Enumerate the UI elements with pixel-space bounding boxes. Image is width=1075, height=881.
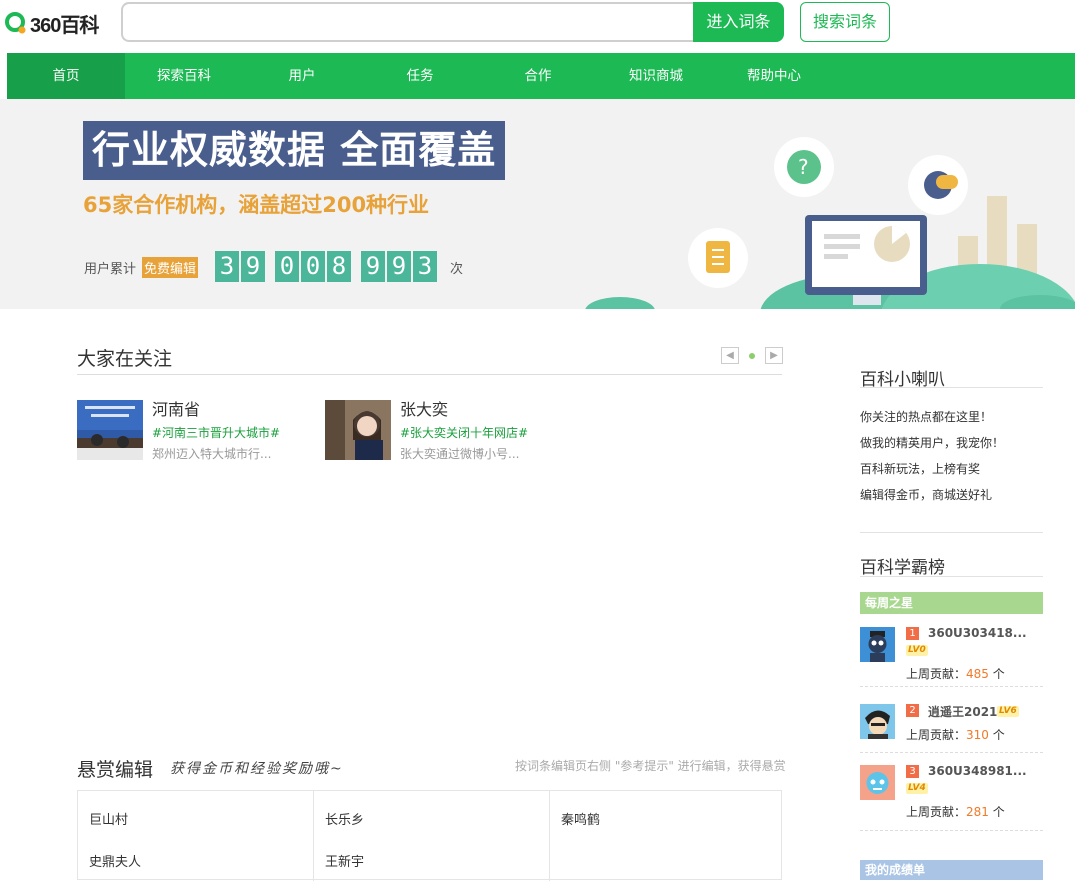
focus-card-tag[interactable]: #张大奕关闭十年网店# — [400, 424, 528, 441]
contribution-value: 485 — [966, 667, 989, 681]
counter-label: 用户累计 — [84, 262, 137, 277]
rank-contribution: 上周贡献：310 个 — [906, 726, 1005, 743]
counter-digit: 9 — [361, 251, 385, 282]
counter-digit: 9 — [241, 251, 265, 282]
rank-number: 2 — [906, 704, 919, 717]
reward-item[interactable]: 史鼎夫人 — [89, 851, 141, 870]
nav-item-users[interactable]: 用户 — [243, 53, 361, 99]
focus-card-name[interactable]: 河南省 — [152, 400, 280, 420]
divider — [860, 576, 1043, 577]
search-input[interactable] — [123, 4, 695, 40]
focus-section-title: 大家在关注 — [77, 348, 173, 370]
focus-pager: ◀ ▶ — [721, 347, 783, 364]
news-link[interactable]: 编辑得金币，商城送好礼 — [860, 486, 992, 503]
chevron-left-icon[interactable]: ◀ — [721, 347, 739, 364]
logo[interactable]: 360百科 — [4, 10, 99, 37]
news-link[interactable]: 你关注的热点都在这里！ — [860, 408, 992, 425]
counter-digit: 8 — [327, 251, 351, 282]
contribution-unit: 个 — [992, 728, 1005, 742]
divider — [860, 387, 1043, 388]
reward-tip: 按词条编辑页右侧 "参考提示" 进行编辑，获得悬赏 — [515, 759, 786, 773]
rank-row[interactable]: 1 360U303418... LV0 上周贡献：485 个 — [860, 626, 1043, 687]
divider — [77, 374, 782, 375]
reward-item[interactable]: 巨山村 — [89, 809, 128, 828]
focus-card-tag[interactable]: #河南三市晋升大城市# — [152, 424, 280, 441]
banner-headline: 行业权威数据 全面覆盖 — [83, 121, 506, 180]
avatar — [860, 765, 895, 800]
focus-card-name[interactable]: 张大奕 — [400, 400, 528, 420]
reward-slogan: 获得金币和经验奖励哦~ — [170, 761, 344, 777]
rank-row[interactable]: 3 360U348981... LV4 上周贡献：281 个 — [860, 764, 1043, 831]
rank-number: 1 — [906, 627, 919, 640]
focus-card-desc: 张大奕通过微博小号... — [400, 447, 520, 461]
focus-card[interactable]: 张大奕 #张大奕关闭十年网店# 张大奕通过微博小号... — [325, 400, 528, 462]
counter-digit: 0 — [301, 251, 325, 282]
news-link[interactable]: 做我的精英用户，我宠你！ — [860, 434, 1004, 451]
nav-item-cooperation[interactable]: 合作 — [479, 53, 597, 99]
nav-item-store[interactable]: 知识商城 — [597, 53, 715, 99]
news-link[interactable]: 百科新玩法，上榜有奖 — [860, 460, 980, 477]
reward-item[interactable]: 秦鸣鹤 — [561, 809, 600, 828]
rank-row[interactable]: 2 逍遥王2021 LV6 上周贡献：310 个 — [860, 704, 1043, 753]
counter-digit: 0 — [275, 251, 299, 282]
divider — [860, 532, 1043, 533]
nav-item-explore[interactable]: 探索百科 — [125, 53, 243, 99]
logo-icon — [5, 12, 26, 34]
reward-item[interactable]: 王新宇 — [325, 851, 364, 870]
counter-badge: 免费编辑 — [142, 257, 199, 278]
contribution-label: 上周贡献： — [906, 667, 967, 681]
level-badge: LV6 — [997, 706, 1019, 717]
focus-thumbnail — [325, 400, 391, 460]
weekly-star-bar: 每周之星 — [860, 592, 1043, 614]
level-badge: LV0 — [906, 645, 928, 656]
counter-digit: 9 — [387, 251, 411, 282]
contribution-label: 上周贡献： — [906, 728, 967, 742]
svg-text:?: ? — [798, 155, 809, 179]
rank-username[interactable]: 360U348981... — [928, 764, 1027, 778]
focus-card[interactable]: 河南省 #河南三市晋升大城市# 郑州迈入特大城市行... — [77, 400, 280, 462]
level-badge: LV4 — [906, 783, 928, 794]
rank-username[interactable]: 逍遥王2021 — [928, 703, 997, 720]
counter-digit: 3 — [215, 251, 239, 282]
search-box — [121, 2, 695, 42]
nav-item-home[interactable]: 首页 — [7, 53, 125, 99]
reward-section-title: 悬赏编辑 — [77, 759, 154, 781]
contribution-unit: 个 — [992, 805, 1005, 819]
grid-divider — [313, 791, 314, 881]
focus-card-desc: 郑州迈入特大城市行... — [152, 447, 272, 461]
header: 360百科 进入词条 搜索词条 — [0, 0, 1075, 53]
counter-digit: 3 — [413, 251, 437, 282]
report-card-bar: 我的成绩单 — [860, 860, 1043, 880]
search-entry-button[interactable]: 搜索词条 — [800, 2, 890, 42]
rank-contribution: 上周贡献：485 个 — [906, 665, 1005, 682]
nav-item-help[interactable]: 帮助中心 — [715, 53, 833, 99]
rank-contribution: 上周贡献：281 个 — [906, 803, 1005, 820]
main-nav: 首页 探索百科 用户 任务 合作 知识商城 帮助中心 — [7, 53, 1075, 99]
contribution-unit: 个 — [992, 667, 1005, 681]
grid-divider — [549, 791, 550, 881]
contribution-value: 281 — [966, 805, 989, 819]
rank-title: 百科学霸榜 — [860, 558, 945, 578]
pager-dot[interactable] — [749, 352, 755, 359]
contribution-value: 310 — [966, 728, 989, 742]
logo-text: 360百科 — [30, 14, 99, 37]
rank-number: 3 — [906, 765, 919, 778]
chevron-right-icon[interactable]: ▶ — [765, 347, 783, 364]
counter-unit: 次 — [450, 262, 464, 277]
avatar — [860, 704, 895, 739]
reward-grid: 巨山村 长乐乡 秦鸣鹤 史鼎夫人 王新宇 — [77, 790, 782, 881]
rank-username[interactable]: 360U303418... — [928, 626, 1027, 640]
edit-counter: 3 9 0 0 8 9 9 3 — [215, 251, 439, 282]
reward-item[interactable]: 长乐乡 — [325, 809, 364, 828]
focus-thumbnail — [77, 400, 143, 460]
hero-banner[interactable]: 行业权威数据 全面覆盖 65家合作机构，涵盖超过200种行业 用户累计 免费编辑… — [0, 99, 1075, 309]
avatar — [860, 627, 895, 662]
contribution-label: 上周贡献： — [906, 805, 967, 819]
banner-subtitle: 65家合作机构，涵盖超过200种行业 — [83, 193, 430, 217]
banner-illustration: ? — [585, 137, 1075, 309]
nav-item-tasks[interactable]: 任务 — [361, 53, 479, 99]
enter-entry-button[interactable]: 进入词条 — [693, 2, 784, 42]
